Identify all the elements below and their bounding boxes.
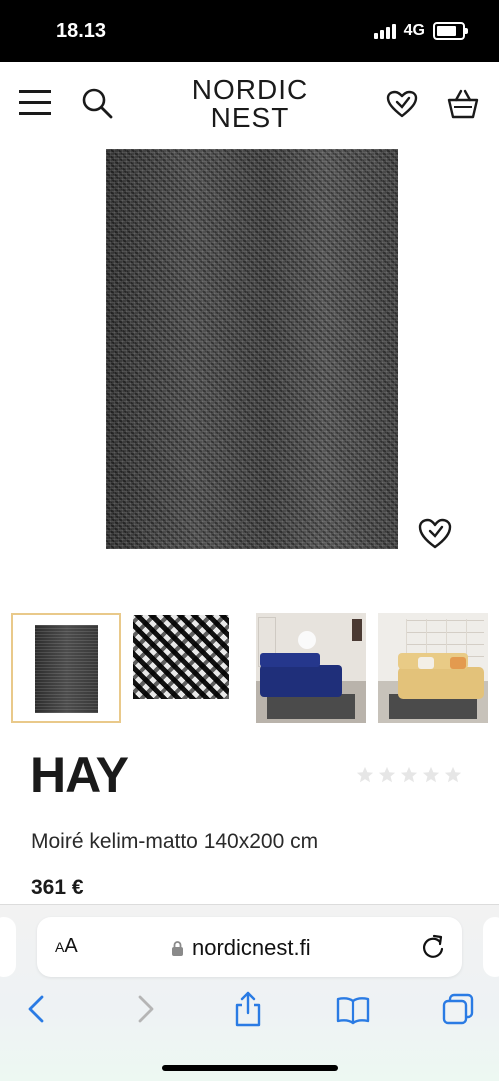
logo-line-1: NORDIC	[191, 74, 309, 105]
url-text: nordicnest.fi	[192, 935, 311, 960]
status-time: 18.13	[56, 20, 107, 42]
add-to-favorites-heart-icon[interactable]	[418, 518, 452, 550]
product-brand[interactable]: HAY	[30, 748, 129, 802]
thumbnail-rug-image	[35, 625, 98, 713]
thumbnail-3[interactable]	[256, 613, 366, 723]
room-cushion	[450, 657, 466, 669]
text-size-small-label: A	[55, 939, 65, 955]
room-rug	[267, 694, 355, 719]
product-main-image[interactable]	[106, 149, 398, 549]
rating-stars[interactable]	[356, 766, 462, 784]
status-bar: 18.13 4G	[0, 0, 499, 62]
address-bar[interactable]: AA nordicnest.fi	[37, 917, 462, 977]
back-icon[interactable]	[20, 991, 54, 1027]
battery-icon	[433, 22, 468, 40]
star-icon	[422, 766, 440, 783]
reload-icon[interactable]	[420, 933, 446, 961]
next-tab-peek[interactable]	[483, 917, 499, 977]
room-picture	[352, 619, 362, 641]
menu-icon[interactable]	[19, 88, 51, 118]
site-header: NORDIC NEST	[0, 62, 499, 146]
share-icon[interactable]	[231, 991, 265, 1027]
previous-tab-peek[interactable]	[0, 917, 16, 977]
wishlist-heart-icon[interactable]	[386, 90, 418, 118]
star-icon	[444, 766, 462, 783]
text-size-button[interactable]: AA	[55, 935, 78, 958]
text-size-large-label: A	[64, 935, 78, 957]
signal-icon	[373, 23, 396, 39]
room-sofa-yellow	[398, 653, 484, 699]
site-logo[interactable]: NORDIC NEST	[170, 76, 330, 132]
forward-icon[interactable]	[128, 991, 162, 1027]
star-icon	[400, 766, 418, 783]
room-lamp	[298, 631, 316, 649]
thumbnail-2[interactable]	[133, 613, 243, 723]
browser-toolbar: AA nordicnest.fi	[0, 904, 499, 1081]
home-indicator	[162, 1065, 338, 1071]
bookmarks-icon[interactable]	[336, 991, 370, 1027]
product-price: 361 €	[31, 876, 84, 899]
product-name: Moiré kelim-matto 140x200 cm	[31, 830, 319, 853]
status-indicators: 4G	[373, 22, 468, 40]
room-sofa-blue	[260, 653, 342, 697]
lock-icon	[172, 941, 183, 956]
room-cushion	[418, 657, 434, 669]
logo-line-2: NEST	[210, 102, 290, 133]
star-icon	[378, 766, 396, 783]
basket-icon[interactable]	[446, 88, 480, 120]
tabs-icon[interactable]	[441, 991, 475, 1027]
room-shelves	[406, 619, 484, 657]
thumbnail-weave-closeup-image	[133, 615, 229, 699]
network-type: 4G	[403, 22, 425, 39]
star-icon	[356, 766, 374, 783]
search-icon[interactable]	[81, 87, 113, 119]
thumbnail-1-selected[interactable]	[11, 613, 121, 723]
url-display[interactable]: nordicnest.fi	[171, 935, 311, 961]
thumbnail-4[interactable]	[378, 613, 488, 723]
